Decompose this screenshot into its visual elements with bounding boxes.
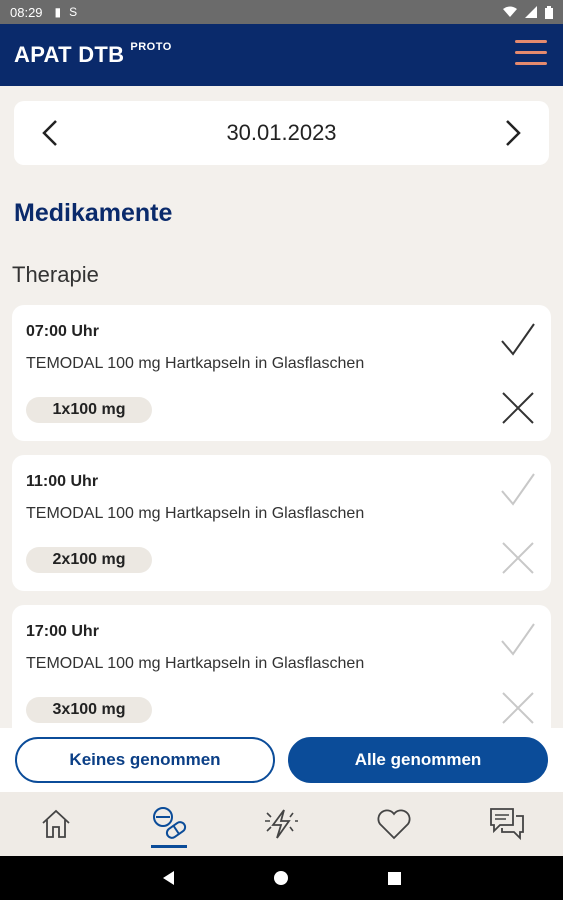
check-icon[interactable] [499, 471, 537, 509]
app-bar: APAT DTB PROTO [0, 24, 563, 86]
none-taken-button[interactable]: Keines genommen [15, 737, 275, 783]
action-bar: Keines genommen Alle genommen [0, 728, 563, 792]
intake-time: 07:00 Uhr [26, 323, 99, 340]
medication-list[interactable]: 07:00 Uhr TEMODAL 100 mg Hartkapseln in … [0, 300, 563, 728]
close-icon[interactable] [501, 691, 535, 725]
medication-card: 17:00 Uhr TEMODAL 100 mg Hartkapseln in … [12, 605, 551, 728]
tab-wellbeing[interactable] [364, 798, 424, 850]
tab-symptoms[interactable] [251, 798, 311, 850]
status-time: 08:29 [10, 4, 43, 20]
chat-icon [489, 808, 524, 841]
therapy-group-title: Therapie [12, 262, 99, 287]
home-system-icon[interactable] [273, 871, 288, 885]
medication-card: 11:00 Uhr TEMODAL 100 mg Hartkapseln in … [12, 455, 551, 591]
battery-icon [545, 5, 553, 19]
signal-icon [525, 6, 537, 18]
dose-badge: 2x100 mg [26, 547, 152, 573]
dose-badge: 3x100 mg [26, 697, 152, 723]
system-navigation-bar [0, 856, 563, 900]
close-icon[interactable] [501, 541, 535, 575]
home-icon [42, 809, 70, 838]
wifi-icon [503, 6, 517, 17]
lock-icon: ▮ [54, 5, 62, 19]
tab-messages[interactable] [477, 798, 537, 850]
sync-icon: S [69, 5, 78, 19]
current-date: 30.01.2023 [226, 120, 337, 145]
check-icon[interactable] [499, 321, 537, 359]
drug-name: TEMODAL 100 mg Hartkapseln in Glasflasch… [26, 355, 365, 372]
tab-home[interactable] [26, 798, 86, 850]
recents-icon[interactable] [387, 871, 401, 885]
medication-icon [152, 807, 186, 839]
heart-icon [377, 809, 411, 840]
drug-name: TEMODAL 100 mg Hartkapseln in Glasflasch… [26, 505, 365, 522]
bottom-navigation [0, 792, 563, 856]
tab-medication[interactable] [139, 798, 199, 850]
dose-badge: 1x100 mg [26, 397, 152, 423]
all-taken-button[interactable]: Alle genommen [288, 737, 548, 783]
status-bar: 08:29 ▮ S [0, 0, 563, 24]
section-title: Medikamente [14, 199, 173, 227]
drug-name: TEMODAL 100 mg Hartkapseln in Glasflasch… [26, 655, 365, 672]
chevron-left-icon[interactable] [36, 117, 68, 149]
check-icon[interactable] [499, 621, 537, 659]
back-icon[interactable] [162, 871, 174, 885]
hamburger-menu-icon[interactable] [515, 40, 547, 68]
medication-card: 07:00 Uhr TEMODAL 100 mg Hartkapseln in … [12, 305, 551, 441]
chevron-right-icon[interactable] [495, 117, 527, 149]
intake-time: 17:00 Uhr [26, 623, 99, 640]
symptoms-lightning-icon [265, 809, 299, 839]
date-selector: 30.01.2023 [14, 101, 549, 165]
app-title: APAT DTB [14, 42, 125, 67]
app-badge: PROTO [130, 41, 172, 53]
close-icon[interactable] [501, 391, 535, 425]
intake-time: 11:00 Uhr [26, 473, 99, 490]
